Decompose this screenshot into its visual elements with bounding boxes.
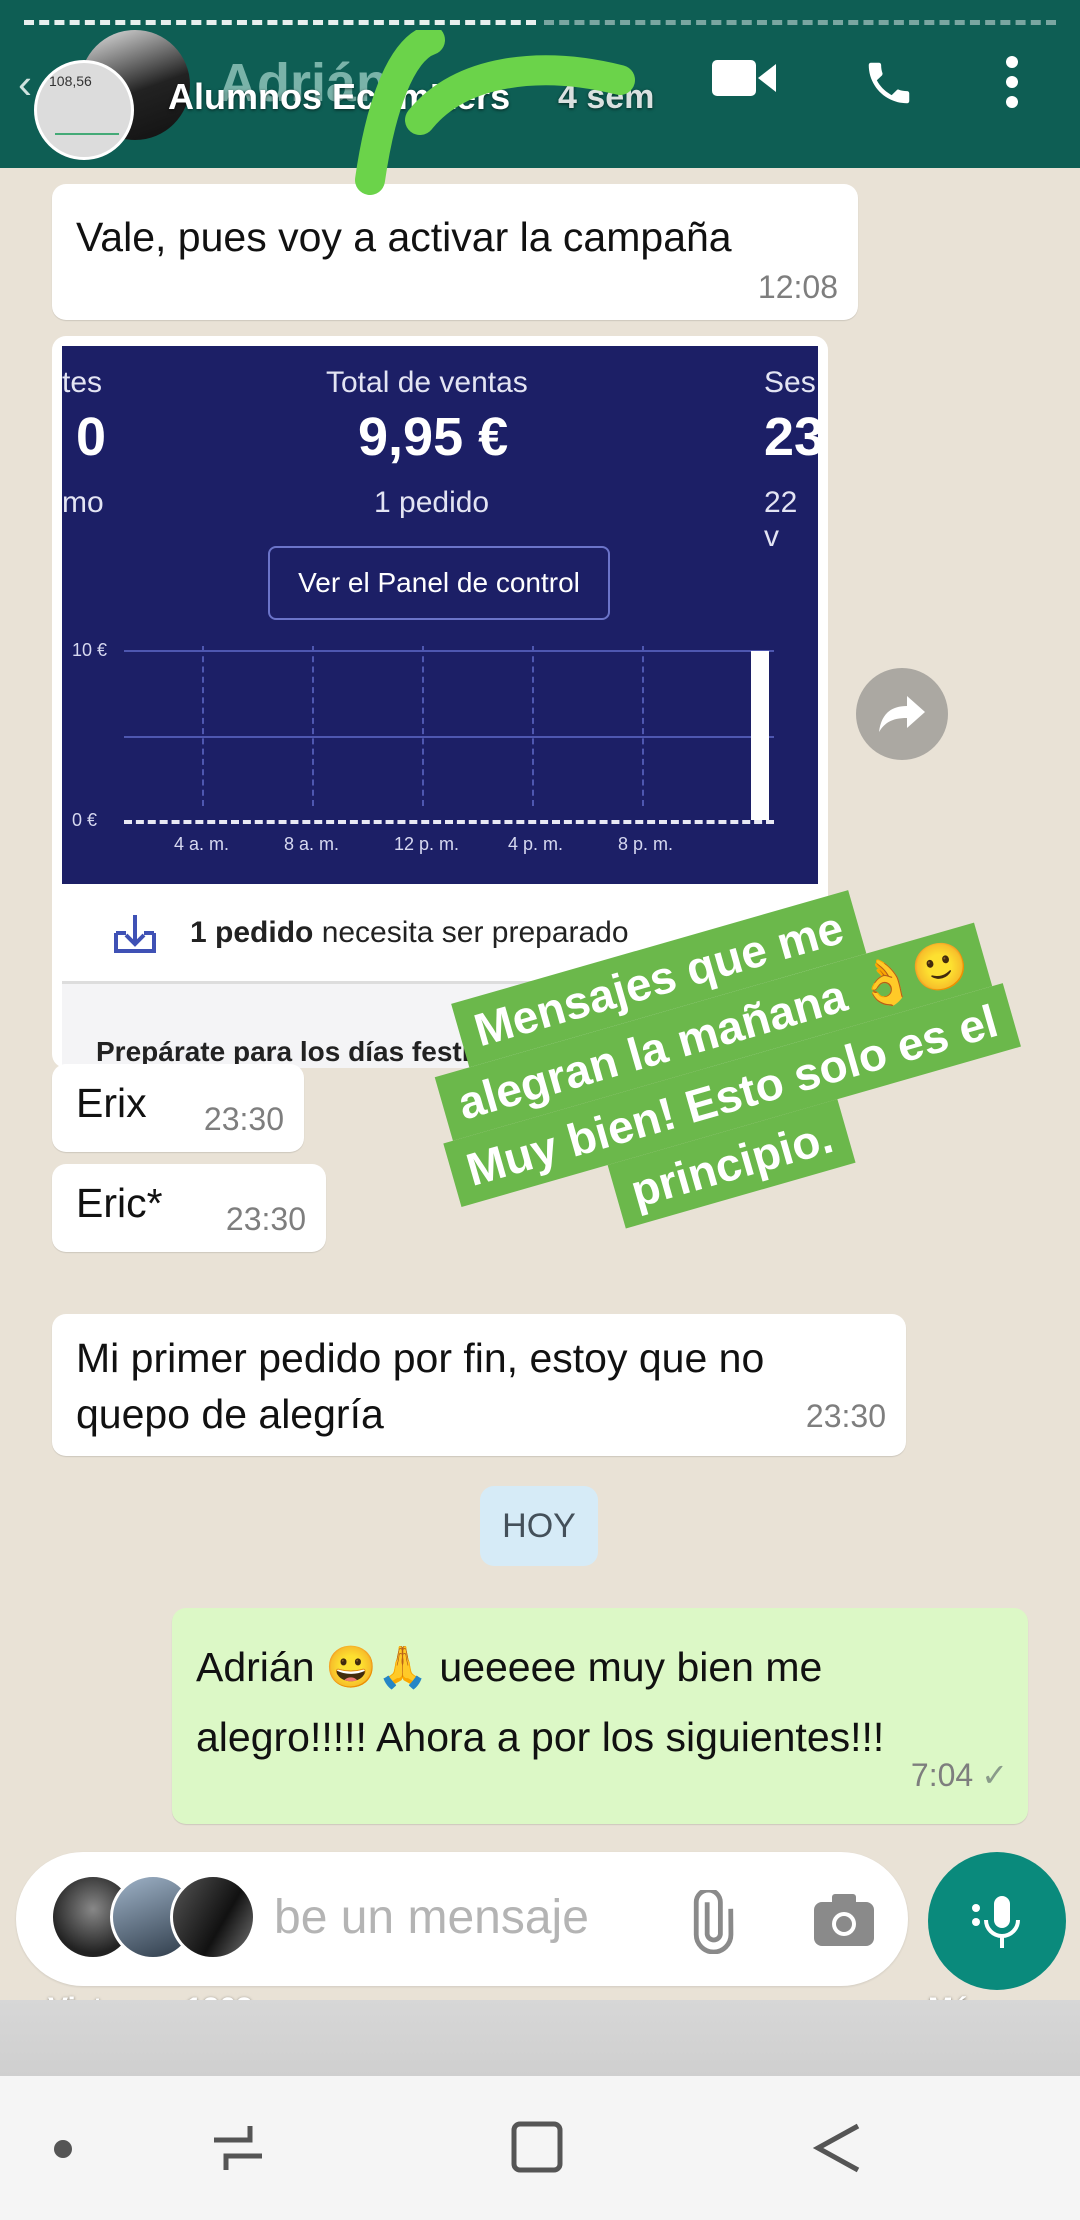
grid-line (312, 646, 314, 806)
message-bubble[interactable]: Erix 23:30 (52, 1064, 304, 1152)
dashboard-button[interactable]: Ver el Panel de control (268, 546, 610, 620)
inbox-download-icon (114, 914, 156, 953)
mic-icon (972, 1896, 1020, 1948)
grid-line (124, 650, 774, 652)
y-axis-label: 10 € (72, 640, 108, 660)
message-time: 12:08 (757, 269, 838, 305)
message-bubble[interactable]: Vale, pues voy a activar la campaña 12:0… (52, 184, 858, 320)
attach-icon[interactable] (678, 1887, 742, 1959)
chart-bar (751, 650, 770, 820)
orders-count: 1 pedido (374, 486, 490, 519)
video-call-icon[interactable] (712, 56, 776, 105)
ghost-navbar (0, 2000, 1080, 2076)
left-value: 0 (76, 407, 107, 467)
phone-icon[interactable] (862, 56, 916, 115)
channel-avatar[interactable]: 108,56 (34, 60, 134, 160)
x-axis-label: 12 p. m. (394, 834, 460, 854)
avatar-text: 108,56 (49, 73, 92, 89)
total-value: 9,95 € (358, 407, 509, 467)
message-time: 7:04 (910, 1757, 974, 1793)
grid-line (422, 646, 424, 806)
message-text: Eric* (76, 1180, 163, 1226)
scribble-drawing (355, 30, 635, 195)
message-time: 23:30 (203, 1101, 284, 1137)
message-text: Erix (76, 1080, 147, 1126)
back-arrow-icon[interactable]: ‹ (18, 60, 32, 108)
system-navbar (0, 2076, 1080, 2220)
x-axis-label: 4 p. m. (508, 834, 564, 854)
total-label: Total de ventas (326, 366, 528, 399)
chart-thumbnail-icon (55, 105, 119, 135)
outgoing-message[interactable]: Adrián 😀🙏 ueeeee muy bien me alegro!!!!!… (172, 1608, 1028, 1824)
x-axis-label: 8 p. m. (618, 834, 674, 854)
grid-line (532, 646, 534, 806)
message-bubble[interactable]: Mi primer pedido por fin, estoy que no q… (52, 1314, 906, 1456)
forward-icon (879, 696, 925, 732)
baseline (124, 820, 774, 824)
y-axis-label: 0 € (72, 810, 98, 830)
message-text: Adrián 😀🙏 ueeeee muy bien me alegro!!!!!… (196, 1644, 885, 1760)
home-icon[interactable] (510, 2120, 566, 2181)
day-divider: HOY (480, 1486, 598, 1566)
message-bubble[interactable]: Eric* 23:30 (52, 1164, 326, 1252)
left-label: tes (62, 366, 103, 399)
back-icon[interactable] (810, 2120, 866, 2181)
grid-line (202, 646, 204, 806)
more-vert-icon[interactable] (1002, 56, 1022, 113)
message-input-bar[interactable]: be un mensaje (16, 1852, 908, 1986)
grid-line (642, 646, 644, 806)
x-axis-label: 8 a. m. (284, 834, 340, 854)
camera-icon[interactable] (814, 1894, 874, 1951)
left-sub: mo (62, 486, 104, 519)
story-segment (24, 20, 536, 26)
order-bold: 1 pedido (190, 915, 314, 949)
right-value: 23 (764, 407, 818, 467)
viewer-avatars[interactable] (50, 1874, 256, 1960)
message-input[interactable]: be un mensaje (274, 1890, 589, 1945)
story-segment (544, 20, 1056, 26)
message-meta: 7:04 ✓ (911, 1740, 1008, 1810)
mic-button[interactable] (928, 1852, 1066, 1990)
story-progress (24, 20, 1056, 26)
message-time: 23:30 (805, 1398, 886, 1434)
message-time: 23:30 (225, 1201, 306, 1237)
x-axis-label: 4 a. m. (174, 834, 230, 854)
right-label: Ses (764, 366, 816, 399)
sales-dashboard: tes 0 mo Total de ventas 9,95 € 1 pedido… (62, 346, 818, 884)
grid-line (124, 736, 774, 738)
right-sub: 22 v (764, 486, 798, 553)
sent-check-icon: ✓ (981, 1757, 1008, 1793)
viewer-avatar (170, 1874, 256, 1960)
message-text: Mi primer pedido por fin, estoy que no q… (76, 1335, 765, 1437)
order-rest: necesita ser preparado (321, 915, 629, 949)
forward-button[interactable] (856, 668, 948, 760)
nav-dot-icon[interactable] (54, 2140, 72, 2158)
message-text: Vale, pues voy a activar la campaña (76, 214, 732, 260)
recent-apps-icon[interactable] (210, 2120, 266, 2181)
